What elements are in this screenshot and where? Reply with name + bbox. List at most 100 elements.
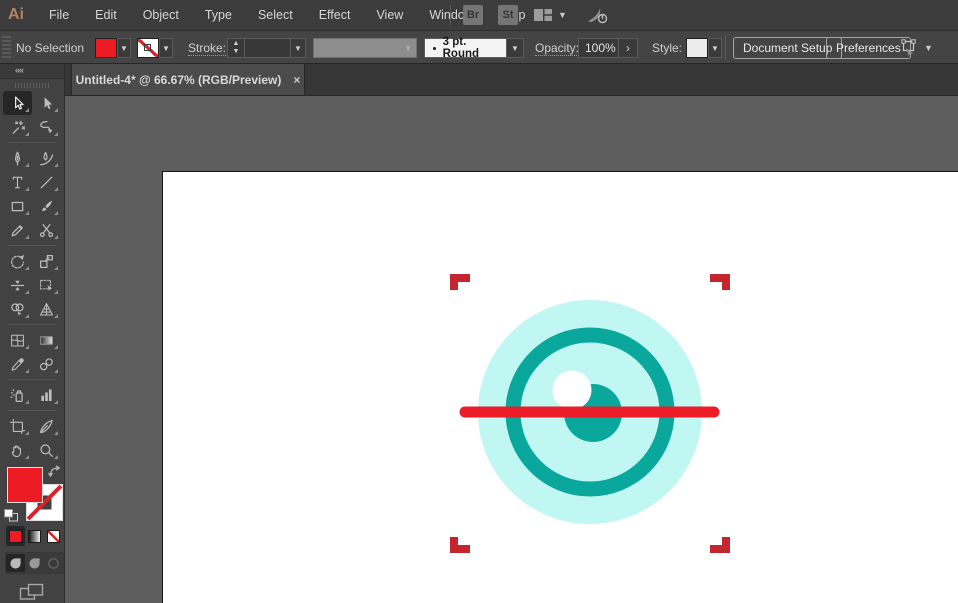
tool-zoom[interactable]	[32, 438, 61, 462]
chevron-down-icon: ▼	[924, 42, 933, 53]
menubar-right: Br St ▼	[450, 0, 619, 30]
tool-selection[interactable]	[3, 91, 32, 115]
default-fill-stroke-icon[interactable]	[3, 508, 19, 523]
controlbar-grip[interactable]	[2, 36, 11, 58]
frame-corner-bottom-left[interactable]	[450, 537, 470, 553]
opacity-field[interactable]: 100%	[578, 38, 618, 58]
menu-select[interactable]: Select	[245, 0, 306, 30]
menu-edit[interactable]: Edit	[82, 0, 130, 30]
tool-scissors[interactable]	[32, 218, 61, 242]
style-dropdown[interactable]: ▼	[708, 38, 722, 58]
tool-artboard[interactable]	[3, 414, 32, 438]
menu-file[interactable]: File	[36, 0, 82, 30]
tool-rectangle[interactable]	[3, 194, 32, 218]
tool-curvature[interactable]	[32, 146, 61, 170]
tool-pencil[interactable]	[3, 218, 32, 242]
stepper-up-icon[interactable]: ▲	[233, 40, 240, 48]
bridge-button[interactable]: Br	[463, 5, 483, 25]
tool-column-graph[interactable]	[32, 383, 61, 407]
paint-color-button[interactable]	[6, 526, 25, 546]
stroke-panel-link[interactable]: Stroke:	[188, 41, 227, 56]
opacity-dropdown-arrow[interactable]: ›	[618, 38, 638, 58]
tool-hand[interactable]	[3, 438, 32, 462]
brush-definition-value: 3 pt. Round	[442, 36, 480, 60]
tool-perspective-grid[interactable]	[32, 297, 61, 321]
draw-normal-button[interactable]	[6, 554, 25, 572]
toolbar-collapse-button[interactable]: ««	[0, 64, 64, 79]
gpu-performance-button[interactable]	[585, 6, 609, 25]
document-tab[interactable]: Untitled-4* @ 66.67% (RGB/Preview) ×	[71, 64, 305, 95]
paint-style-buttons	[6, 526, 64, 546]
fill-proxy-swatch[interactable]	[7, 467, 43, 503]
tool-scale[interactable]	[32, 249, 61, 273]
tool-lasso[interactable]	[32, 115, 61, 139]
artboard[interactable]	[163, 172, 958, 603]
workspace-layout-icon	[534, 9, 552, 21]
menu-type[interactable]: Type	[192, 0, 245, 30]
tool-width[interactable]	[3, 273, 32, 297]
tool-gradient[interactable]	[32, 328, 61, 352]
tool-mesh[interactable]	[3, 328, 32, 352]
chevron-down-icon: ▼	[711, 43, 719, 53]
stepper-down-icon[interactable]: ▼	[233, 48, 240, 56]
tool-pen[interactable]	[3, 146, 32, 170]
tool-direct-selection[interactable]	[32, 91, 61, 115]
stroke-weight-dropdown[interactable]: ▼	[290, 38, 306, 58]
screen-mode-button[interactable]	[0, 583, 64, 603]
frame-corner-bottom-right[interactable]	[710, 537, 730, 553]
paint-none-button[interactable]	[44, 526, 63, 546]
draw-behind-button[interactable]	[25, 554, 44, 572]
draw-normal-icon	[10, 557, 21, 569]
tool-type[interactable]	[3, 170, 32, 194]
opacity-panel-link[interactable]: Opacity:	[535, 41, 580, 56]
fill-color-dropdown[interactable]: ▼	[117, 38, 131, 58]
brush-definition-dropdown[interactable]: ▼	[506, 38, 524, 58]
toolbar-grip[interactable]	[15, 83, 49, 88]
chevron-down-icon: ▼	[162, 43, 170, 53]
tool-line-segment[interactable]	[32, 170, 61, 194]
draw-behind-icon	[29, 557, 40, 569]
stroke-proxy-hole	[144, 44, 151, 51]
stroke-color-swatch[interactable]	[137, 38, 159, 58]
tool-slice[interactable]	[32, 414, 61, 438]
tool-blend[interactable]	[32, 352, 61, 376]
stroke-weight-stepper[interactable]: ▲ ▼	[227, 38, 244, 58]
menu-effect[interactable]: Effect	[306, 0, 364, 30]
canvas-pasteboard[interactable]	[65, 96, 958, 603]
stock-button[interactable]: St	[498, 5, 518, 25]
gradient-swatch-icon	[28, 529, 41, 543]
workspace-layout-button[interactable]: ▼	[533, 7, 567, 23]
toolbar-divider	[8, 324, 56, 325]
stroke-color-dropdown[interactable]: ▼	[159, 38, 173, 58]
paint-gradient-button[interactable]	[25, 526, 44, 546]
color-swatch-icon	[9, 529, 22, 543]
frame-corner-top-right[interactable]	[710, 274, 730, 290]
draw-inside-icon	[48, 557, 59, 569]
chevron-down-icon: ▼	[511, 43, 519, 53]
brush-definition-field[interactable]: 3 pt. Round	[424, 36, 506, 60]
draw-inside-button	[44, 554, 63, 572]
menu-object[interactable]: Object	[130, 0, 192, 30]
tool-rotate[interactable]	[3, 249, 32, 273]
tool-shape-builder[interactable]	[3, 297, 32, 321]
style-swatch[interactable]	[686, 38, 708, 58]
chevron-down-icon: ▼	[558, 9, 567, 20]
tool-symbol-sprayer[interactable]	[3, 383, 32, 407]
control-bar: No Selection ▼ ▼ Stroke: ▲ ▼ ▼ ▼ 3 pt. Ro…	[0, 30, 958, 64]
pupil-highlight-circle[interactable]	[552, 370, 592, 410]
power-swoosh-icon	[587, 8, 608, 23]
none-swatch-icon	[47, 529, 60, 543]
swap-fill-stroke-icon[interactable]	[47, 465, 62, 479]
tool-free-transform[interactable]	[32, 273, 61, 297]
frame-corner-top-left[interactable]	[450, 274, 470, 290]
fill-color-swatch[interactable]	[95, 38, 117, 58]
menu-view[interactable]: View	[363, 0, 416, 30]
tool-paintbrush[interactable]	[32, 194, 61, 218]
select-similar-button[interactable]: ▼	[898, 39, 933, 57]
tool-magic-wand[interactable]	[3, 115, 32, 139]
tab-close-icon[interactable]: ×	[293, 73, 300, 87]
stroke-weight-field[interactable]	[244, 38, 290, 58]
document-tab-strip: Untitled-4* @ 66.67% (RGB/Preview) ×	[65, 64, 958, 96]
controlbar-divider	[725, 36, 726, 60]
tool-eyedropper[interactable]	[3, 352, 32, 376]
